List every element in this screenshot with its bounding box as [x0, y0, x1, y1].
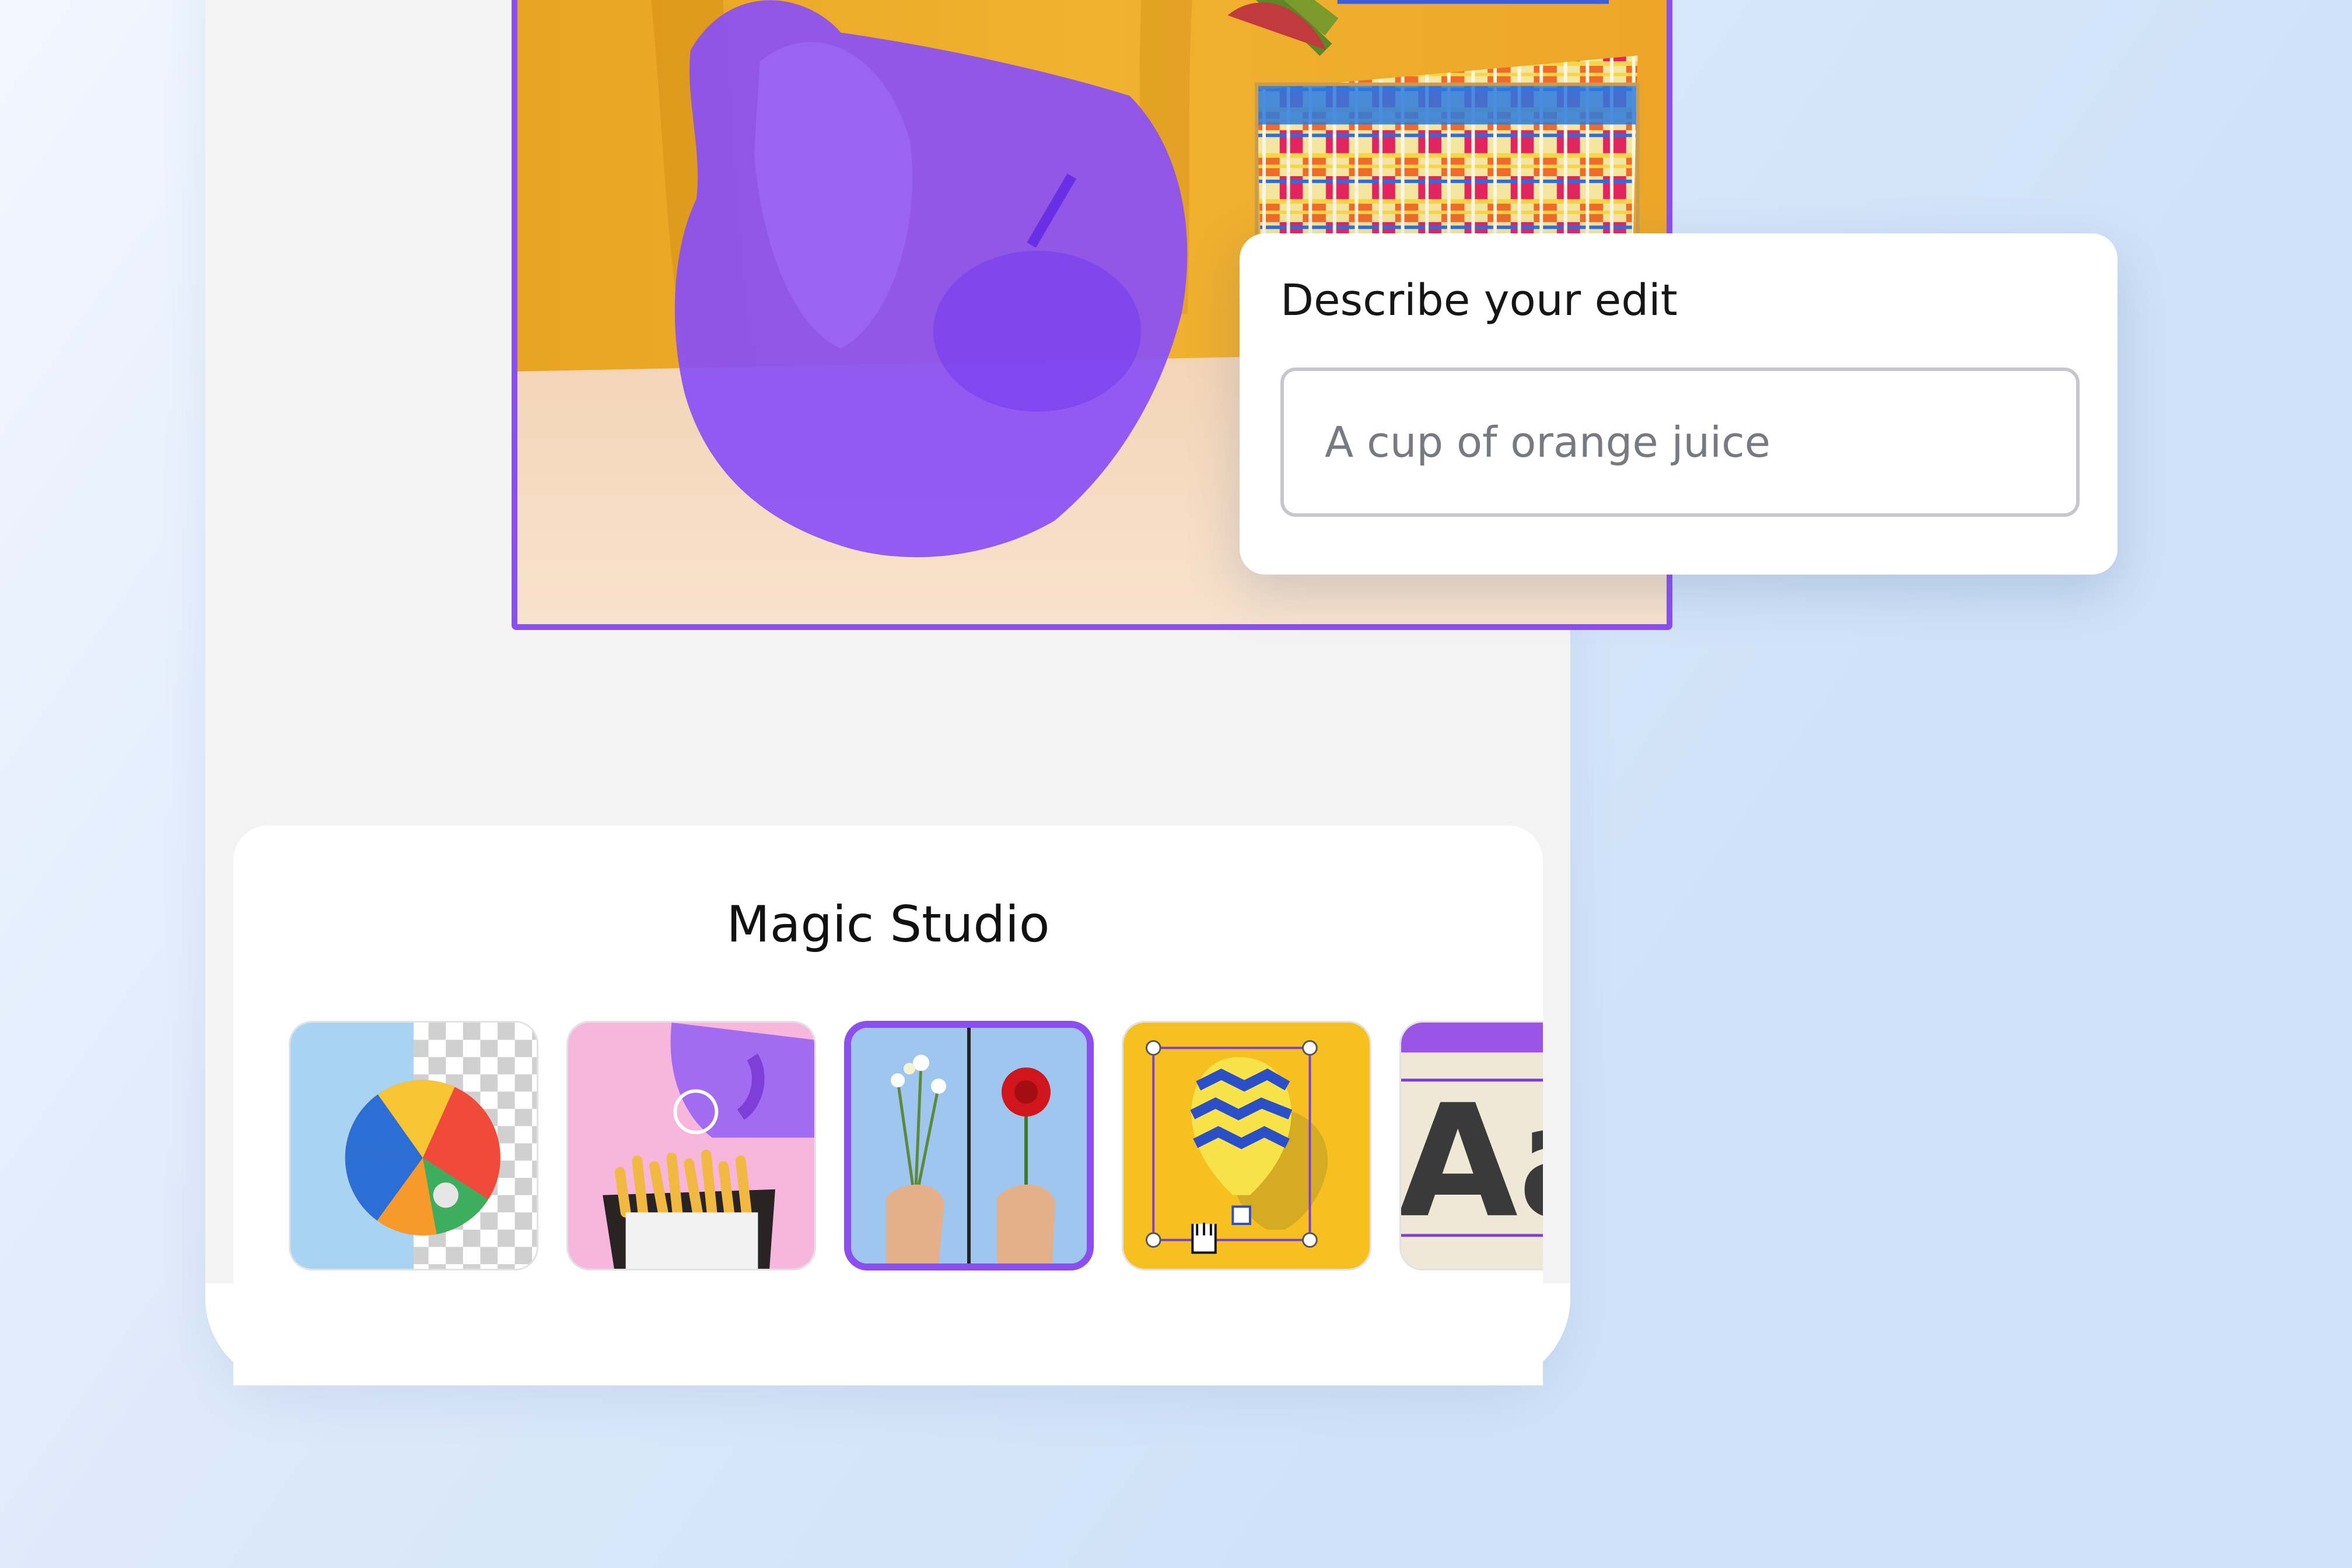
magic-studio-panel: Magic Studio A — [233, 825, 1543, 1385]
text-aa-icon: Aa — [1401, 1023, 1543, 1269]
panel-title: Magic Studio — [726, 895, 1050, 954]
tool-tile-magic-grab[interactable] — [566, 1021, 816, 1270]
flowers-magic-edit-icon — [851, 1028, 1087, 1264]
balloon-magic-expand-icon — [1124, 1023, 1370, 1269]
tool-tile-background-remover[interactable] — [289, 1021, 538, 1270]
fries-magic-grab-icon — [568, 1023, 814, 1269]
tool-carousel[interactable]: Aa — [289, 1021, 1543, 1278]
tool-tile-magic-edit[interactable] — [844, 1021, 1094, 1270]
describe-edit-card: Describe your edit — [1240, 233, 2118, 575]
tool-tile-magic-expand[interactable] — [1122, 1021, 1371, 1270]
edit-prompt-input[interactable] — [1280, 368, 2080, 517]
beach-ball-background-remover-icon — [290, 1023, 537, 1269]
tool-tile-text[interactable]: Aa — [1399, 1021, 1543, 1270]
edit-prompt-label: Describe your edit — [1280, 275, 1678, 326]
svg-text:Aa: Aa — [1401, 1071, 1543, 1252]
